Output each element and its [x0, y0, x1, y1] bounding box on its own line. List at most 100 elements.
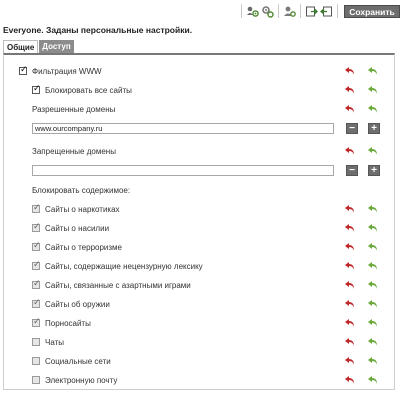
settings-gear-icon[interactable]	[261, 5, 274, 18]
category-row: Электронную почту	[32, 374, 117, 386]
users-gear-icon[interactable]	[246, 5, 259, 18]
www-filter-label: Фильтрация WWW	[32, 66, 102, 76]
category-checkbox[interactable]	[32, 357, 40, 365]
category-actions	[344, 337, 390, 347]
apply-arrow-icon[interactable]	[367, 146, 379, 156]
block-all-label: Блокировать все сайты	[45, 85, 132, 95]
category-row: ✓ Сайты о терроризме	[32, 241, 122, 253]
undo-arrow-icon[interactable]	[344, 356, 356, 366]
category-label: Порносайты	[45, 318, 91, 328]
category-checkbox[interactable]: ✓	[32, 317, 41, 327]
undo-arrow-icon[interactable]	[344, 104, 356, 114]
apply-arrow-icon[interactable]	[367, 280, 379, 290]
category-row: ✓ Сайты о насилии	[32, 222, 109, 234]
forbidden-domains-actions	[344, 146, 390, 156]
apply-arrow-icon[interactable]	[367, 223, 379, 233]
undo-arrow-icon[interactable]	[344, 242, 356, 252]
undo-arrow-icon[interactable]	[344, 146, 356, 156]
category-row: ✓ Сайты, содержащие нецензурную лексику	[32, 260, 203, 272]
undo-arrow-icon[interactable]	[344, 337, 356, 347]
apply-arrow-icon[interactable]	[367, 242, 379, 252]
apply-arrow-icon[interactable]	[367, 66, 379, 76]
undo-arrow-icon[interactable]	[344, 375, 356, 385]
block-all-row: ✓ Блокировать все сайты	[32, 84, 132, 96]
toolbar-divider	[278, 4, 279, 18]
category-checkbox[interactable]: ✓	[32, 260, 41, 270]
category-row: Чаты	[32, 336, 64, 348]
category-actions	[344, 280, 390, 290]
toolbar-divider	[300, 4, 301, 18]
forbidden-domains-label: Запрещенные домены	[32, 146, 116, 156]
category-row: ✓ Сайты об оружии	[32, 298, 110, 310]
apply-arrow-icon[interactable]	[367, 204, 379, 214]
add-allowed-domain-button[interactable]: +	[368, 123, 380, 134]
category-checkbox[interactable]	[32, 338, 40, 346]
forbidden-domains-label-row: Запрещенные домены	[32, 145, 116, 157]
undo-arrow-icon[interactable]	[344, 280, 356, 290]
category-actions	[344, 242, 390, 252]
user-settings-icon[interactable]	[283, 5, 296, 18]
undo-arrow-icon[interactable]	[344, 261, 356, 271]
export-icon[interactable]	[319, 5, 333, 18]
category-actions	[344, 223, 390, 233]
apply-arrow-icon[interactable]	[367, 104, 379, 114]
undo-arrow-icon[interactable]	[344, 66, 356, 76]
apply-arrow-icon[interactable]	[367, 85, 379, 95]
category-row: Социальные сети	[32, 355, 111, 367]
save-button[interactable]: Сохранить	[344, 5, 400, 18]
undo-arrow-icon[interactable]	[344, 204, 356, 214]
tab-general[interactable]: Общие	[3, 40, 39, 54]
remove-forbidden-domain-button[interactable]: −	[346, 165, 358, 176]
category-label: Чаты	[45, 337, 65, 347]
undo-arrow-icon[interactable]	[344, 299, 356, 309]
category-label: Сайты, связанные с азартными играми	[45, 280, 191, 290]
www-filter-actions	[344, 66, 390, 76]
apply-arrow-icon[interactable]	[367, 318, 379, 328]
apply-arrow-icon[interactable]	[367, 375, 379, 385]
import-icon[interactable]	[305, 5, 318, 18]
allowed-domains-label: Разрешенные домены	[32, 104, 116, 114]
category-label: Сайты, содержащие нецензурную лексику	[45, 261, 203, 271]
undo-arrow-icon[interactable]	[344, 223, 356, 233]
category-row: ✓ Сайты, связанные с азартными играми	[32, 279, 191, 291]
allowed-domains-label-row: Разрешенные домены	[32, 103, 115, 115]
tab-bar: Общие Доступ	[3, 40, 75, 54]
category-actions	[344, 204, 390, 214]
allowed-domains-input[interactable]: www.ourcompany.ru	[32, 123, 334, 134]
apply-arrow-icon[interactable]	[367, 299, 379, 309]
remove-allowed-domain-button[interactable]: −	[346, 123, 358, 134]
category-actions	[344, 375, 390, 385]
category-actions	[344, 318, 390, 328]
toolbar: Сохранить	[0, 0, 400, 20]
forbidden-domains-input[interactable]	[32, 165, 334, 176]
undo-arrow-icon[interactable]	[344, 318, 356, 328]
category-label: Сайты о насилии	[45, 223, 110, 233]
category-checkbox[interactable]: ✓	[32, 241, 41, 251]
apply-arrow-icon[interactable]	[367, 337, 379, 347]
category-checkbox[interactable]: ✓	[32, 279, 41, 289]
toolbar-icons	[238, 4, 341, 18]
category-checkbox[interactable]	[32, 376, 40, 384]
block-all-checkbox[interactable]: ✓	[32, 84, 41, 94]
tab-access[interactable]: Доступ	[39, 40, 74, 53]
block-content-label: Блокировать содержимое:	[32, 185, 131, 195]
category-label: Электронную почту	[45, 375, 118, 385]
category-checkbox[interactable]: ✓	[32, 203, 41, 213]
block-content-label-row: Блокировать содержимое:	[32, 184, 130, 196]
category-actions	[344, 299, 390, 309]
undo-arrow-icon[interactable]	[344, 85, 356, 95]
page-title: Everyone. Заданы персональные настройки.	[3, 25, 193, 35]
apply-arrow-icon[interactable]	[367, 261, 379, 271]
category-actions	[344, 261, 390, 271]
www-filter-row: ✓ Фильтрация WWW	[19, 65, 102, 77]
category-checkbox[interactable]: ✓	[32, 222, 41, 232]
www-filter-checkbox[interactable]: ✓	[19, 65, 28, 75]
category-checkbox[interactable]: ✓	[32, 298, 41, 308]
toolbar-divider	[337, 4, 338, 18]
apply-arrow-icon[interactable]	[367, 356, 379, 366]
category-label: Сайты об оружии	[45, 299, 110, 309]
block-all-actions	[344, 85, 390, 95]
category-row: ✓ Порносайты	[32, 317, 91, 329]
add-forbidden-domain-button[interactable]: +	[368, 165, 380, 176]
allowed-domains-actions	[344, 104, 390, 114]
